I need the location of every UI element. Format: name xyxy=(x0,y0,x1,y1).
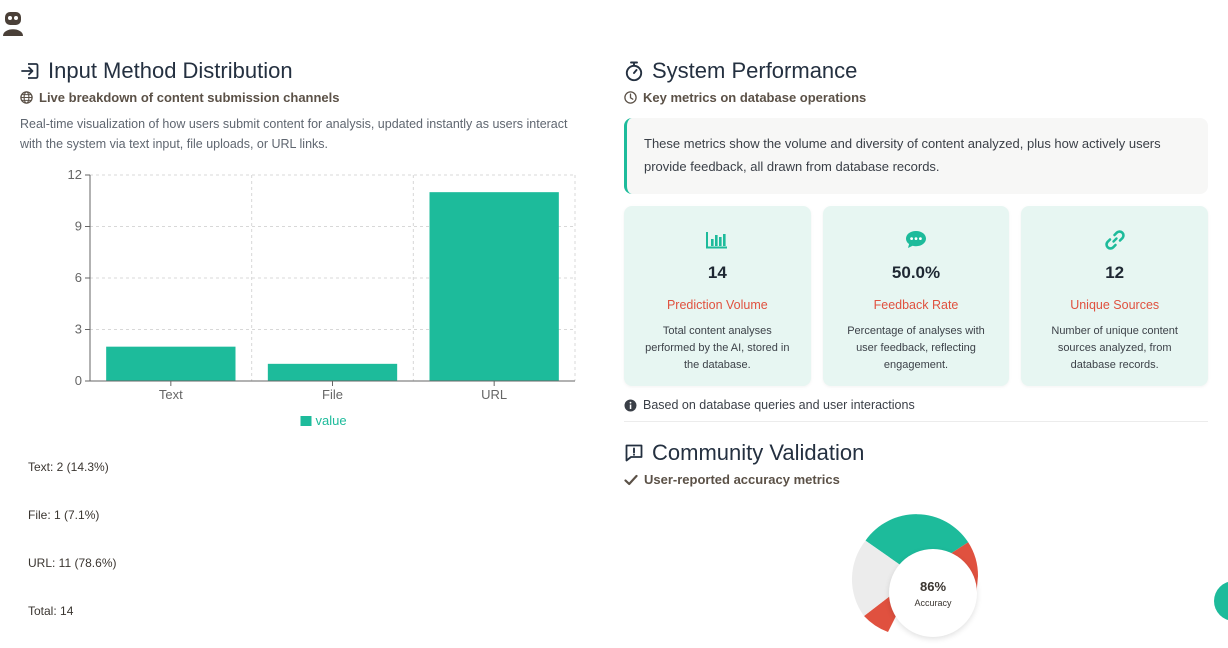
metric-card-prediction-volume: 14 Prediction Volume Total content analy… xyxy=(624,206,811,386)
input-method-title-text: Input Method Distribution xyxy=(48,58,293,83)
accuracy-label: Accuracy xyxy=(914,598,952,608)
bar-file xyxy=(267,363,398,381)
input-method-title: Input Method Distribution xyxy=(20,58,590,84)
metric-name: Feedback Rate xyxy=(873,298,959,312)
metric-name: Unique Sources xyxy=(1070,298,1160,312)
chart-bar-icon xyxy=(706,232,728,249)
accuracy-value: 86% xyxy=(919,579,947,594)
system-performance-panel: System Performance Key metrics on databa… xyxy=(624,58,1209,422)
legend-swatch xyxy=(300,416,312,426)
performance-title: System Performance xyxy=(624,58,1208,84)
bar-chart-svg: 0 3 6 9 12 Text File URL value xyxy=(68,167,576,428)
community-subtitle-text: User-reported accuracy metrics xyxy=(644,472,840,487)
metric-value: 12 xyxy=(1105,263,1125,282)
comment-dots-icon xyxy=(906,231,926,248)
x-tick-label: Text xyxy=(159,387,183,402)
bar-text xyxy=(106,346,236,381)
input-method-subtitle: Live breakdown of content submission cha… xyxy=(20,90,590,105)
metric-description: Number of unique content sources analyze… xyxy=(1051,325,1178,371)
y-tick-label: 3 xyxy=(75,322,82,337)
stat-total: Total: 14 xyxy=(28,604,74,618)
stat-text: Text: 2 (14.3%) xyxy=(28,460,109,474)
sign-in-icon xyxy=(21,63,39,79)
comment-exclamation-icon xyxy=(625,444,643,462)
performance-info-box: These metrics show the volume and divers… xyxy=(624,118,1208,194)
metric-value: 50.0% xyxy=(891,263,941,282)
bar-url xyxy=(429,192,559,381)
performance-subtitle: Key metrics on database operations xyxy=(624,90,1208,105)
check-icon xyxy=(624,474,638,485)
community-subtitle: User-reported accuracy metrics xyxy=(624,472,864,487)
metric-description: Total content analyses performed by the … xyxy=(645,325,790,371)
metric-cards: 14 Prediction Volume Total content analy… xyxy=(624,206,1209,386)
robot-icon xyxy=(2,10,24,36)
stat-url: URL: 11 (78.6%) xyxy=(28,556,117,570)
x-tick-label: File xyxy=(322,387,343,402)
input-method-description: Real-time visualization of how users sub… xyxy=(20,117,568,151)
performance-title-text: System Performance xyxy=(652,58,858,83)
y-tick-label: 12 xyxy=(68,167,82,182)
legend-label: value xyxy=(316,413,347,428)
community-title-text: Community Validation xyxy=(652,440,865,465)
performance-note: Based on database queries and user inter… xyxy=(624,398,1208,422)
input-method-subtitle-text: Live breakdown of content submission cha… xyxy=(39,90,340,105)
y-tick-label: 9 xyxy=(75,219,82,234)
performance-subtitle-text: Key metrics on database operations xyxy=(643,90,867,105)
input-method-panel: Input Method Distribution Live breakdown… xyxy=(20,58,590,154)
metric-card-unique-sources: 12 Unique Sources Number of unique conte… xyxy=(1021,206,1209,386)
community-title: Community Validation xyxy=(624,440,864,466)
info-circle-icon xyxy=(624,399,637,411)
link-icon xyxy=(1104,230,1125,250)
performance-note-text: Based on database queries and user inter… xyxy=(643,398,915,412)
input-method-chart: 0 3 6 9 12 Text File URL value xyxy=(40,166,600,438)
metric-value: 14 xyxy=(707,263,727,282)
stopwatch-icon xyxy=(625,61,643,82)
y-tick-label: 6 xyxy=(75,270,82,285)
community-validation-panel: Community Validation User-reported accur… xyxy=(624,440,864,487)
metric-card-feedback-rate: 50.0% Feedback Rate Percentage of analys… xyxy=(822,206,1010,386)
stat-file: File: 1 (7.1%) xyxy=(28,508,100,522)
accuracy-center: 86% Accuracy xyxy=(889,549,977,637)
metric-description: Percentage of analyses with user feedbac… xyxy=(847,325,985,371)
clock-icon xyxy=(624,91,637,104)
input-method-stats: Text: 2 (14.3%) File: 1 (7.1%) URL: 11 (… xyxy=(28,460,116,648)
chat-fab-button[interactable] xyxy=(1214,581,1228,621)
y-tick-label: 0 xyxy=(75,373,82,388)
x-tick-label: URL xyxy=(481,387,507,402)
globe-icon xyxy=(20,91,33,104)
metric-name: Prediction Volume xyxy=(666,298,768,312)
